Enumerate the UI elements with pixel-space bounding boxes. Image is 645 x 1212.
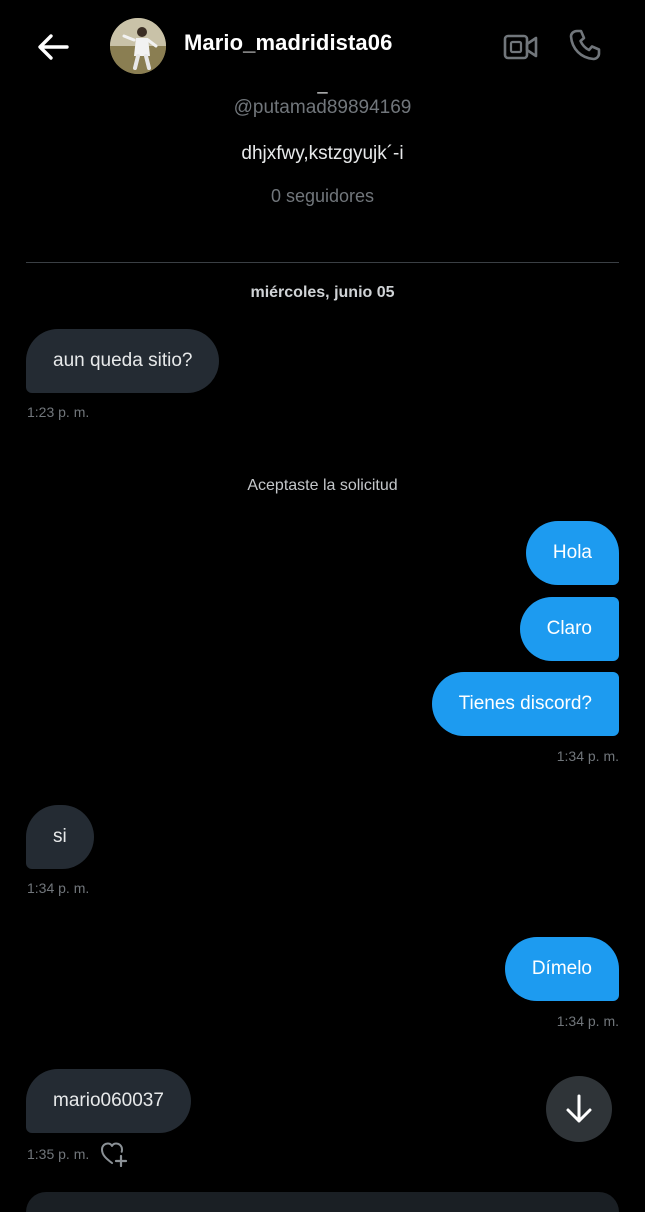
message-bubble-outgoing[interactable]: Dímelo (504, 937, 619, 1001)
arrow-down-icon (566, 1094, 592, 1123)
message-timestamp: 1:34 p. m. (556, 1013, 619, 1029)
heart-plus-icon (101, 1142, 128, 1167)
date-separator: miércoles, junio 05 (250, 284, 395, 301)
video-call-button[interactable] (498, 24, 544, 70)
video-call-icon (503, 34, 538, 60)
message-bubble-outgoing[interactable]: Tienes discord? (431, 672, 619, 736)
add-reaction-button[interactable] (100, 1140, 128, 1168)
message-bubble-incoming[interactable]: si (26, 805, 94, 869)
message-timestamp: 1:34 p. m. (556, 748, 619, 764)
message-bubble-outgoing[interactable]: Hola (525, 521, 619, 585)
scroll-to-bottom-button[interactable] (546, 1076, 612, 1142)
divider (26, 262, 619, 263)
message-timestamp: 1:35 p. m. (27, 1146, 90, 1162)
message-bubble-incoming[interactable]: aun queda sitio? (26, 329, 220, 393)
message-timestamp: 1:34 p. m. (27, 880, 90, 896)
profile-display-name: _ (317, 74, 328, 94)
phone-call-button[interactable] (562, 22, 608, 68)
contact-name[interactable]: Mario_madridista06 (184, 30, 392, 56)
message-bubble-incoming[interactable]: mario060037 (26, 1069, 191, 1133)
phone-icon (569, 29, 601, 61)
message-bubble-outgoing[interactable]: Claro (519, 597, 619, 661)
message-timestamp: 1:23 p. m. (27, 404, 90, 420)
profile-followers[interactable]: 0 seguidores (0, 186, 645, 207)
avatar-image (110, 18, 166, 74)
back-button[interactable] (28, 22, 78, 72)
system-note: Aceptaste la solicitud (247, 477, 398, 494)
arrow-left-icon (38, 34, 69, 60)
profile-handle[interactable]: @putamad89894169 (0, 97, 645, 119)
avatar[interactable] (110, 18, 166, 74)
profile-bio: dhjxfwy,kstzgyujk´-i (241, 143, 404, 164)
message-composer[interactable] (26, 1192, 619, 1212)
